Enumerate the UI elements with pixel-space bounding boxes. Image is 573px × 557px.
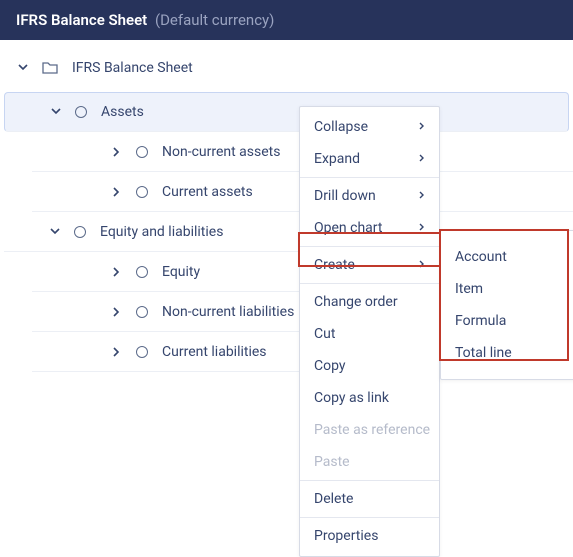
circle-icon [136,346,148,358]
create-submenu: Account Item Formula Total line [440,230,573,380]
chevron-right-icon [110,185,124,199]
menu-item-label: Create [314,257,355,273]
chevron-right-icon [110,345,124,359]
circle-icon [136,186,148,198]
menu-item-label: Collapse [314,119,368,135]
menu-item-label: Delete [314,491,353,507]
menu-item-paste: Paste [300,446,439,478]
page-title: IFRS Balance Sheet [16,11,147,29]
page-subtitle: (Default currency) [155,11,274,29]
chevron-right-icon [110,145,124,159]
menu-item-properties[interactable]: Properties [300,520,439,552]
menu-item-label: Account [455,249,507,265]
menu-item-cut[interactable]: Cut [300,318,439,350]
menu-item-collapse[interactable]: Collapse [300,111,439,143]
menu-item-label: Copy [314,358,346,374]
chevron-right-icon [419,257,425,273]
tree-item-root[interactable]: IFRS Balance Sheet [0,48,573,88]
menu-separator [300,480,439,481]
menu-item-label: Formula [455,313,506,329]
circle-icon [74,226,86,238]
chevron-right-icon [419,188,425,204]
chevron-down-icon [49,105,63,119]
menu-item-paste-as-reference: Paste as reference [300,414,439,446]
menu-item-label: Paste [314,454,350,470]
menu-separator [300,517,439,518]
menu-item-drill-down[interactable]: Drill down [300,180,439,212]
chevron-down-icon [16,61,30,75]
menu-item-label: Expand [314,151,360,167]
menu-item-label: Change order [314,294,398,310]
menu-separator [300,283,439,284]
circle-icon [136,146,148,158]
menu-item-create[interactable]: Create [300,249,439,281]
submenu-item-account[interactable]: Account [441,241,573,273]
menu-item-delete[interactable]: Delete [300,483,439,515]
menu-item-label: Item [455,281,483,297]
menu-separator [300,177,439,178]
context-menu: Collapse Expand Drill down Open chart Cr… [299,106,440,557]
menu-item-copy[interactable]: Copy [300,350,439,382]
chevron-down-icon [48,225,62,239]
menu-item-label: Paste as reference [314,422,430,438]
tree-item-label: Current liabilities [162,344,267,360]
tree-item-label: Non-current liabilities [162,304,294,320]
submenu-item-formula[interactable]: Formula [441,305,573,337]
menu-item-label: Cut [314,326,335,342]
chevron-right-icon [419,119,425,135]
submenu-item-item[interactable]: Item [441,273,573,305]
menu-separator [300,246,439,247]
menu-item-label: Drill down [314,188,376,204]
circle-icon [136,266,148,278]
menu-item-label: Copy as link [314,390,389,406]
folder-icon [42,61,58,75]
chevron-right-icon [419,220,425,236]
menu-item-label: Open chart [314,220,382,236]
tree-item-label: Non-current assets [162,144,280,160]
tree-item-label: Current assets [162,184,253,200]
menu-item-change-order[interactable]: Change order [300,286,439,318]
menu-item-open-chart[interactable]: Open chart [300,212,439,244]
chevron-right-icon [110,305,124,319]
chevron-right-icon [419,151,425,167]
tree-item-label: Equity [162,264,200,280]
menu-item-label: Properties [314,528,378,544]
page-header: IFRS Balance Sheet (Default currency) [0,0,573,40]
menu-item-copy-as-link[interactable]: Copy as link [300,382,439,414]
tree-item-assets[interactable]: Assets [4,92,569,132]
circle-icon [136,306,148,318]
tree-item-label: Equity and liabilities [100,224,223,240]
chevron-right-icon [110,265,124,279]
menu-item-label: Total line [455,345,512,361]
menu-item-expand[interactable]: Expand [300,143,439,175]
tree-item-label: IFRS Balance Sheet [72,60,193,76]
circle-icon [75,106,87,118]
tree-item-label: Assets [101,104,144,120]
submenu-item-total-line[interactable]: Total line [441,337,573,369]
